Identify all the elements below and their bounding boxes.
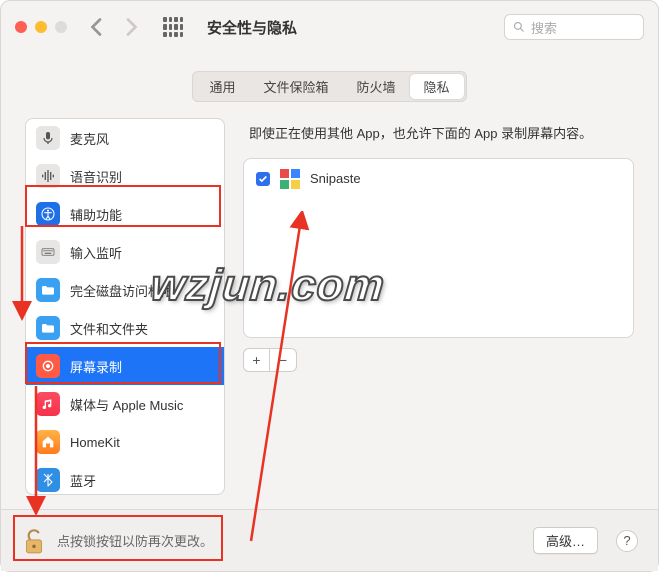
sidebar-item-microphone[interactable]: 麦克风	[26, 119, 224, 157]
sidebar-item-files-and-folders[interactable]: 文件和文件夹	[26, 309, 224, 347]
add-app-button[interactable]: +	[244, 349, 270, 371]
help-button[interactable]: ?	[616, 530, 638, 552]
waveform-icon	[36, 164, 60, 188]
sidebar-item-speech-recognition[interactable]: 语音识别	[26, 157, 224, 195]
segmented-tabs: 通用 文件保险箱 防火墙 隐私	[192, 71, 466, 102]
tab-privacy[interactable]: 隐私	[410, 74, 464, 99]
footer: 点按锁按钮以防再次更改。 高级… ?	[1, 509, 658, 571]
nav-forward-button[interactable]	[119, 15, 143, 39]
window-title: 安全性与隐私	[207, 17, 297, 38]
microphone-icon	[36, 126, 60, 150]
app-name: Snipaste	[310, 171, 361, 186]
advanced-button[interactable]: 高级…	[533, 527, 598, 554]
sidebar-item-bluetooth[interactable]: 蓝牙	[26, 461, 224, 495]
tab-general[interactable]: 通用	[195, 74, 249, 99]
sidebar-item-label: 蓝牙	[70, 471, 96, 490]
disk-folder-icon	[36, 278, 60, 302]
remove-app-button[interactable]: −	[270, 349, 296, 371]
sidebar-item-homekit[interactable]: HomeKit	[26, 423, 224, 461]
sidebar-item-label: 辅助功能	[70, 205, 122, 224]
toolbar: 安全性与隐私 搜索	[1, 1, 658, 53]
music-icon	[36, 392, 60, 416]
keyboard-icon	[36, 240, 60, 264]
search-placeholder: 搜索	[531, 18, 557, 37]
app-list: Snipaste	[243, 158, 634, 338]
sidebar-item-label: HomeKit	[70, 435, 120, 450]
app-checkbox[interactable]	[256, 172, 270, 186]
sidebar-item-accessibility[interactable]: 辅助功能	[26, 195, 224, 233]
nav-back-button[interactable]	[85, 15, 109, 39]
snipaste-app-icon	[280, 169, 300, 189]
window-controls	[15, 21, 67, 33]
tab-firewall[interactable]: 防火墙	[343, 74, 410, 99]
checkmark-icon	[258, 174, 268, 184]
folder-icon	[36, 316, 60, 340]
sidebar-item-label: 麦克风	[70, 129, 109, 148]
sidebar-item-label: 文件和文件夹	[70, 319, 148, 338]
close-window-button[interactable]	[15, 21, 27, 33]
app-row-snipaste[interactable]: Snipaste	[256, 169, 621, 189]
tabs-row: 通用 文件保险箱 防火墙 隐私	[1, 53, 658, 108]
chevron-right-icon	[119, 15, 143, 39]
bluetooth-icon	[36, 468, 60, 492]
sidebar-item-input-monitoring[interactable]: 输入监听	[26, 233, 224, 271]
sidebar-item-label: 屏幕录制	[70, 357, 122, 376]
sidebar-item-label: 输入监听	[70, 243, 122, 262]
home-icon	[36, 430, 60, 454]
privacy-sidebar: 麦克风 语音识别 辅助功能 输入监听	[25, 118, 225, 495]
chevron-left-icon	[85, 15, 109, 39]
search-icon	[513, 21, 525, 33]
sidebar-item-media-apple-music[interactable]: 媒体与 Apple Music	[26, 385, 224, 423]
add-remove-control: + −	[243, 348, 297, 372]
sidebar-item-label: 完全磁盘访问权限	[70, 281, 174, 300]
right-pane: 即使正在使用其他 App，也允许下面的 App 录制屏幕内容。 Snipaste…	[243, 118, 634, 495]
tab-filevault[interactable]: 文件保险箱	[249, 74, 342, 99]
sidebar-item-label: 媒体与 Apple Music	[70, 395, 183, 414]
sidebar-item-screen-recording[interactable]: 屏幕录制	[26, 347, 224, 385]
accessibility-icon	[36, 202, 60, 226]
minimize-window-button[interactable]	[35, 21, 47, 33]
maximize-window-button	[55, 21, 67, 33]
screen-recording-icon	[36, 354, 60, 378]
sidebar-item-label: 语音识别	[70, 167, 122, 186]
lock-description: 点按锁按钮以防再次更改。	[57, 531, 213, 550]
lock-icon[interactable]	[21, 526, 47, 556]
search-field[interactable]: 搜索	[504, 14, 644, 40]
permission-description: 即使正在使用其他 App，也允许下面的 App 录制屏幕内容。	[243, 118, 634, 158]
sidebar-item-full-disk-access[interactable]: 完全磁盘访问权限	[26, 271, 224, 309]
all-preferences-icon[interactable]	[163, 17, 183, 37]
